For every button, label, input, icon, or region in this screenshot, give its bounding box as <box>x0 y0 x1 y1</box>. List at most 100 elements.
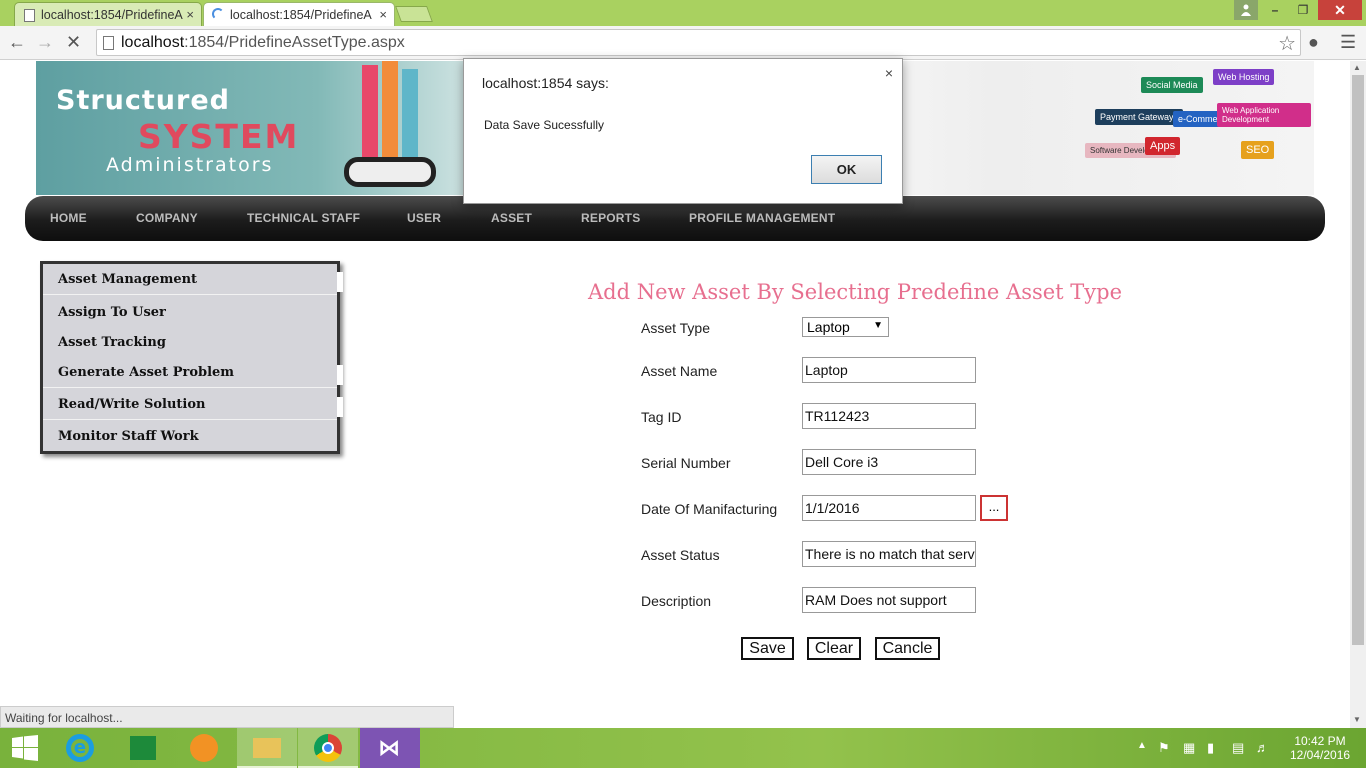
vertical-scrollbar[interactable]: ▲ ▼ <box>1350 61 1366 728</box>
url-text: localhost:1854/PridefineAssetType.aspx <box>121 34 405 51</box>
file-explorer-icon[interactable] <box>237 728 297 768</box>
show-hidden-icons[interactable]: ▲ <box>1137 740 1147 751</box>
clear-button[interactable]: Clear <box>807 637 861 660</box>
scroll-down-icon[interactable]: ▼ <box>1353 715 1361 724</box>
date-of-manufacturing-label: Date Of Manifacturing <box>641 501 778 517</box>
browser-tab-1[interactable]: localhost:1854/PridefineA × <box>14 2 202 26</box>
side-item-read-write-solution[interactable]: Read/Write Solution <box>58 397 205 412</box>
save-button[interactable]: Save <box>741 637 794 660</box>
tab-close-icon[interactable]: × <box>379 7 387 22</box>
system-clock[interactable]: 10:42 PM 12/04/2016 <box>1290 734 1350 762</box>
serial-number-input[interactable]: Dell Core i3 <box>802 449 976 475</box>
side-item-assign-to-user[interactable]: Assign To User <box>58 305 166 320</box>
sign-social-media: Social Media <box>1141 77 1203 93</box>
sign-web-application: Web Application Development <box>1217 103 1311 127</box>
nav-asset[interactable]: ASSET <box>491 211 532 225</box>
asset-type-label: Asset Type <box>641 320 711 336</box>
asset-name-label: Asset Name <box>641 363 718 379</box>
tab-title: localhost:1854/PridefineA <box>41 8 183 22</box>
asset-type-value: Laptop <box>807 319 850 335</box>
app-orange-icon[interactable] <box>174 728 234 768</box>
logo-line-structured: Structured <box>56 85 230 116</box>
stop-loading-icon[interactable]: ✕ <box>66 32 81 52</box>
tab-close-icon[interactable]: × <box>186 7 194 22</box>
windows-logo-icon <box>12 735 38 761</box>
page-icon <box>24 9 35 22</box>
description-label: Description <box>641 593 712 609</box>
serial-number-label: Serial Number <box>641 455 731 471</box>
divider <box>43 387 337 388</box>
start-button[interactable] <box>0 728 50 768</box>
user-profile-icon[interactable] <box>1234 0 1258 20</box>
extension-icon[interactable]: ● <box>1308 32 1319 52</box>
side-item-generate-asset-problem[interactable]: Generate Asset Problem <box>58 365 234 380</box>
tab-title: localhost:1854/PridefineA <box>230 8 372 22</box>
volume-icon[interactable]: ♬ <box>1256 740 1269 755</box>
tray-app-icon[interactable]: ▦ <box>1183 740 1195 756</box>
calendar-picker-button[interactable]: ... <box>980 495 1008 521</box>
dropdown-caret-icon: ▼ <box>873 320 883 331</box>
address-bar[interactable]: localhost:1854/PridefineAssetType.aspx ☆ <box>96 29 1301 56</box>
maximize-icon[interactable]: ❐ <box>1290 0 1316 20</box>
loading-spinner-icon <box>212 8 224 20</box>
asset-name-input[interactable]: Laptop <box>802 357 976 383</box>
chrome-icon[interactable] <box>298 728 358 768</box>
internet-explorer-icon[interactable]: e <box>50 728 110 768</box>
nav-technical-staff[interactable]: TECHNICAL STAFF <box>247 211 360 225</box>
minimize-icon[interactable]: – <box>1262 0 1288 20</box>
browser-status-bubble: Waiting for localhost... <box>0 706 454 728</box>
nav-home[interactable]: HOME <box>50 211 87 225</box>
browser-tab-2[interactable]: localhost:1854/PridefineA × <box>203 2 395 26</box>
browser-tab-strip: localhost:1854/PridefineA × localhost:18… <box>0 0 1366 26</box>
nav-reports[interactable]: REPORTS <box>581 211 640 225</box>
services-signpost: Social Media Web Hosting Payment Gateway… <box>1081 65 1311 195</box>
alert-dialog: localhost:1854 says: × Data Save Sucessf… <box>463 58 903 204</box>
description-input[interactable]: RAM Does not support <box>802 587 976 613</box>
asset-status-label: Asset Status <box>641 547 720 563</box>
side-menu: Asset Management Assign To User Asset Tr… <box>40 261 343 454</box>
dialog-close-icon[interactable]: × <box>885 65 893 81</box>
back-arrow-icon[interactable]: ← <box>8 32 26 52</box>
browser-toolbar: ← → ✕ localhost:1854/PridefineAssetType.… <box>0 26 1366 60</box>
windows-taskbar: e ⋈ ▲ ⚑ ▦ ▮ ▤ ♬ 10:42 PM 12/04/2016 <box>0 728 1366 768</box>
date-of-manufacturing-input[interactable]: 1/1/2016 <box>802 495 976 521</box>
form-title: Add New Asset By Selecting Predefine Ass… <box>588 280 1123 304</box>
nav-user[interactable]: USER <box>407 211 441 225</box>
close-window-icon[interactable]: ✕ <box>1318 0 1362 20</box>
sign-payment-gateways: Payment Gateways <box>1095 109 1184 125</box>
scroll-up-icon[interactable]: ▲ <box>1353 63 1361 72</box>
cancel-button[interactable]: Cancle <box>875 637 940 660</box>
asset-type-select[interactable]: Laptop ▼ <box>802 317 889 337</box>
tag-id-input[interactable]: TR112423 <box>802 403 976 429</box>
sign-seo: SEO <box>1241 141 1275 159</box>
menu-edge <box>337 397 343 417</box>
asset-status-input[interactable]: There is no match that serv <box>802 541 976 567</box>
divider <box>43 294 337 295</box>
network-icon[interactable]: ▤ <box>1232 740 1244 756</box>
logo-line-administrators: Administrators <box>106 154 274 176</box>
logo-line-system: SYSTEM <box>138 117 300 156</box>
battery-icon[interactable]: ▮ <box>1207 740 1214 756</box>
store-icon[interactable] <box>112 728 172 768</box>
menu-icon[interactable]: ☰ <box>1340 32 1356 52</box>
bookmark-star-icon[interactable]: ☆ <box>1278 31 1296 56</box>
menu-edge <box>337 272 343 292</box>
visual-studio-icon[interactable]: ⋈ <box>360 728 420 768</box>
divider <box>43 419 337 420</box>
menu-edge <box>337 365 343 385</box>
side-item-asset-tracking[interactable]: Asset Tracking <box>58 335 166 350</box>
sign-apps: Apps <box>1145 137 1181 155</box>
nav-company[interactable]: COMPANY <box>136 211 198 225</box>
page-icon <box>103 36 114 50</box>
forward-arrow-icon[interactable]: → <box>36 32 54 52</box>
nav-profile-management[interactable]: PROFILE MANAGEMENT <box>689 211 835 225</box>
tag-id-label: Tag ID <box>641 409 682 425</box>
action-center-flag-icon[interactable]: ⚑ <box>1158 740 1170 756</box>
new-tab-button[interactable] <box>395 6 433 22</box>
side-item-asset-management[interactable]: Asset Management <box>58 272 197 287</box>
clock-date: 12/04/2016 <box>1290 748 1351 762</box>
dialog-ok-button[interactable]: OK <box>811 155 882 184</box>
side-item-monitor-staff-work[interactable]: Monitor Staff Work <box>58 429 199 444</box>
sign-web-hosting: Web Hosting <box>1213 69 1275 85</box>
scrollbar-thumb[interactable] <box>1352 75 1364 645</box>
